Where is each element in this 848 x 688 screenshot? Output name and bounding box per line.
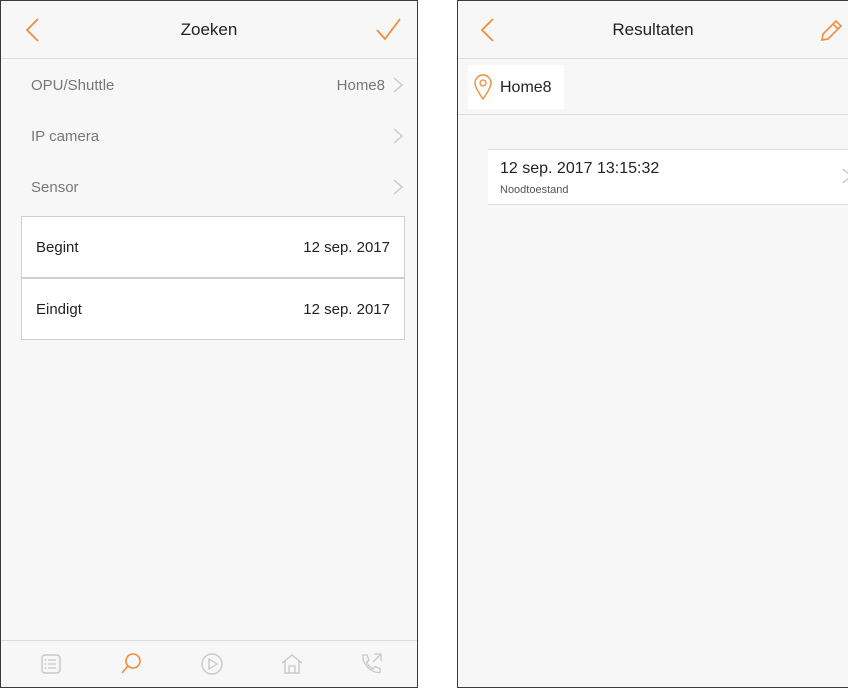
pencil-icon (821, 19, 843, 41)
tab-home[interactable] (278, 650, 306, 678)
page-title: Zoeken (180, 20, 238, 39)
chevron-right-icon (393, 77, 404, 93)
results-screen: Resultaten Home8 12 sep. 2017 13:15:32 N… (457, 0, 848, 688)
home-icon (281, 654, 303, 674)
location-row: Home8 (458, 59, 848, 115)
list-icon (41, 654, 61, 674)
ip-camera-row[interactable]: IP camera (1, 110, 417, 164)
search-icon (121, 653, 141, 674)
confirm-button[interactable] (373, 15, 403, 45)
end-date-value: 12 sep. 2017 (303, 301, 390, 318)
bottom-tab-bar (1, 640, 417, 687)
sensor-row[interactable]: Sensor (1, 161, 417, 215)
search-top-bar: Zoeken (1, 1, 417, 59)
phone-icon (362, 653, 382, 674)
result-item[interactable]: 12 sep. 2017 13:15:32 Noodtoestand (488, 149, 848, 205)
page-title: Resultaten (612, 20, 694, 39)
tab-search[interactable] (118, 650, 146, 678)
start-date-label: Begint (36, 239, 79, 256)
checkmark-icon (376, 18, 401, 41)
row-value: Home8 (336, 77, 385, 94)
edit-button[interactable] (816, 15, 846, 45)
results-top-bar: Resultaten (458, 1, 848, 59)
end-date-row[interactable]: Eindigt 12 sep. 2017 (21, 278, 405, 340)
search-screen: Zoeken OPU/Shuttle Home8 IP camera Senso… (0, 0, 418, 688)
result-subtitle: Noodtoestand (500, 184, 569, 196)
chevron-right-icon (842, 168, 848, 184)
play-icon (201, 653, 223, 675)
chevron-right-icon (393, 179, 404, 195)
row-label: Sensor (31, 179, 79, 196)
row-label: IP camera (31, 128, 100, 145)
start-date-value: 12 sep. 2017 (303, 239, 390, 256)
start-date-row[interactable]: Begint 12 sep. 2017 (21, 216, 405, 278)
row-label: OPU/Shuttle (31, 77, 115, 94)
location-name: Home8 (500, 79, 552, 96)
location-filter[interactable]: Home8 (468, 65, 564, 109)
end-date-label: Eindigt (36, 301, 82, 318)
location-pin-icon (474, 74, 492, 101)
tab-list[interactable] (37, 650, 65, 678)
opu-shuttle-row[interactable]: OPU/Shuttle Home8 (1, 59, 417, 113)
tab-playback[interactable] (198, 650, 226, 678)
tab-calls[interactable] (357, 650, 385, 678)
chevron-right-icon (393, 128, 404, 144)
result-timestamp: 12 sep. 2017 13:15:32 (500, 160, 660, 177)
